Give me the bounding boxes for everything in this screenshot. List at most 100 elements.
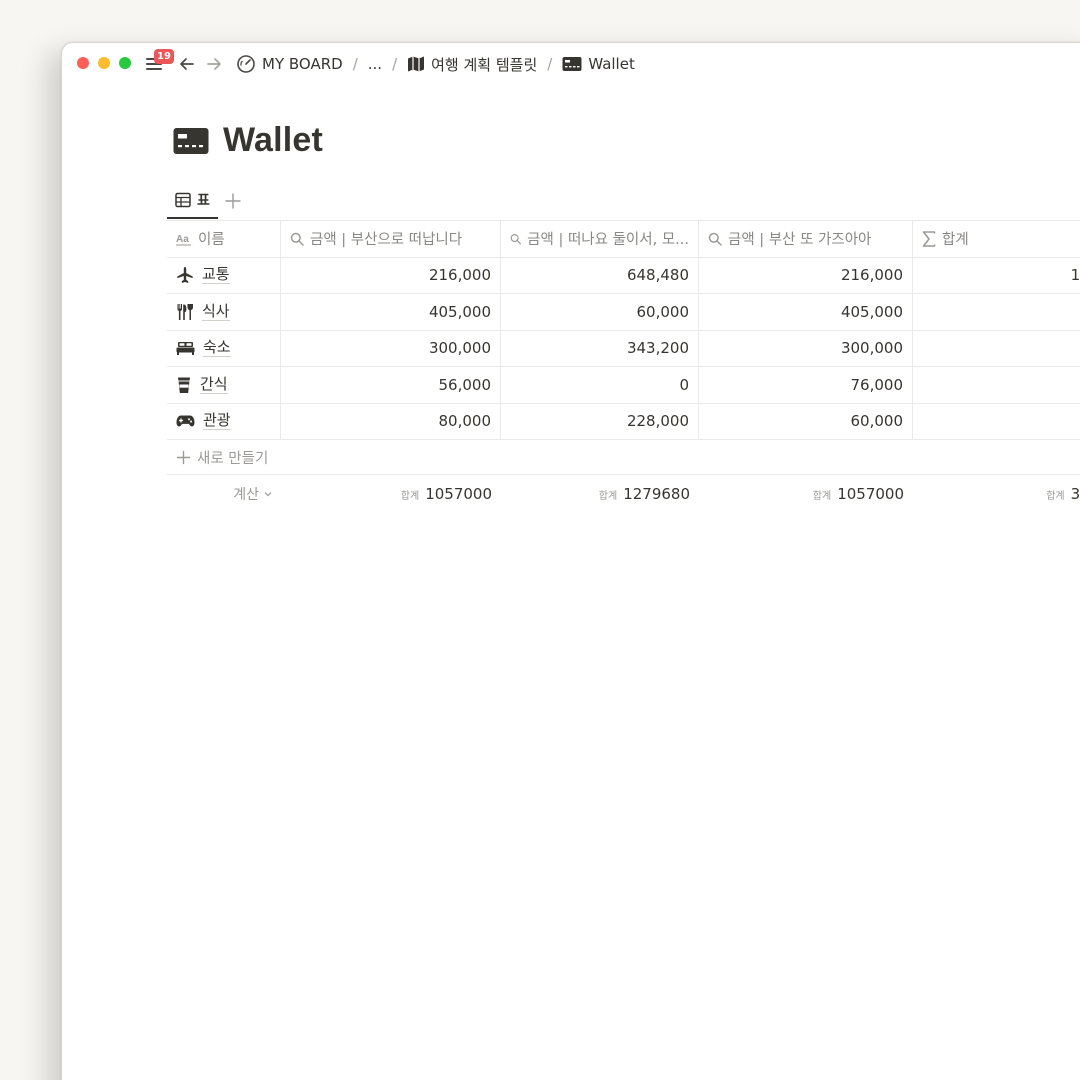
breadcrumb-item-my-board[interactable]: MY BOARD	[234, 54, 345, 74]
total-cell[interactable]: 합계 3,39	[913, 475, 1080, 513]
value-cell[interactable]: 13	[913, 367, 1080, 403]
name-cell[interactable]: 교통	[167, 257, 281, 293]
notification-badge: 19	[154, 49, 174, 64]
value-cell[interactable]: 216,000	[699, 257, 913, 293]
calculate-label: 계산	[233, 487, 259, 503]
tab-table[interactable]: 표	[167, 183, 218, 219]
total-cell[interactable]: 합계 1279680	[501, 475, 699, 513]
value-cell[interactable]: 343,200	[501, 330, 699, 366]
value-cell[interactable]: 648,480	[501, 257, 699, 293]
airplane-icon	[177, 267, 193, 284]
value-cell[interactable]: 87	[913, 294, 1080, 330]
column-header-label: 금액 | 떠나요 둘이서, 모...	[527, 232, 689, 249]
total-value: 1279680	[623, 485, 690, 503]
name-cell[interactable]: 간식	[167, 367, 281, 403]
column-header-label: 금액 | 부산 또 가즈아아	[728, 232, 872, 249]
value-cell[interactable]: 94	[913, 331, 1080, 367]
value-cell[interactable]: 405,000	[281, 294, 501, 330]
utensils-icon	[177, 303, 193, 320]
value-cell[interactable]: 76,000	[699, 367, 913, 403]
new-row-button[interactable]: 새로 만들기	[167, 440, 1080, 475]
svg-text:Aa: Aa	[176, 234, 189, 245]
app-window: 19 MY BOARD / ... / 여행 계획 템플릿 / Wallet W…	[61, 42, 1080, 1080]
name-cell[interactable]: 숙소	[167, 330, 281, 366]
table-row[interactable]: 식사 405,000 60,000 405,000 87	[167, 294, 1080, 331]
column-header-total[interactable]: 합계	[913, 221, 1080, 257]
view-tabs: 표	[167, 183, 242, 219]
minimize-window-button[interactable]	[98, 57, 110, 69]
chevron-down-icon	[264, 492, 272, 497]
column-header-amount-3[interactable]: 금액 | 부산 또 가즈아아	[699, 221, 913, 257]
back-button[interactable]	[177, 54, 197, 74]
table-row[interactable]: 교통 216,000 648,480 216,000 1,08	[167, 257, 1080, 294]
total-value: 1057000	[837, 485, 904, 503]
column-header-name[interactable]: Aa 이름	[167, 221, 281, 257]
row-name: 식사	[202, 301, 230, 321]
value-cell[interactable]: 1,08	[913, 258, 1080, 294]
table-header-row: Aa 이름 금액 | 부산으로 떠납니다 금액 | 떠나요 둘이서, 모... …	[167, 221, 1080, 258]
plus-icon[interactable]	[224, 192, 242, 210]
breadcrumb-item-wallet[interactable]: Wallet	[560, 55, 637, 73]
breadcrumb-separator: /	[392, 55, 398, 73]
breadcrumb-item-ellipsis[interactable]: ...	[366, 55, 384, 73]
value-cell[interactable]: 36	[913, 404, 1080, 440]
value-cell[interactable]: 300,000	[281, 330, 501, 366]
page-title[interactable]: Wallet	[223, 121, 323, 160]
breadcrumb-label: ...	[367, 55, 383, 73]
gamepad-icon	[176, 415, 195, 427]
map-icon	[408, 56, 425, 72]
hamburger-icon-line	[146, 68, 162, 70]
search-icon	[708, 232, 722, 246]
breadcrumb-label: 여행 계획 템플릿	[431, 55, 538, 74]
zoom-window-button[interactable]	[119, 57, 131, 69]
title-bar: 19 MY BOARD / ... / 여행 계획 템플릿 / Wallet	[62, 43, 1080, 85]
breadcrumb-separator: /	[352, 55, 358, 73]
value-cell[interactable]: 60,000	[699, 403, 913, 439]
table-row[interactable]: 관광 80,000 228,000 60,000 36	[167, 403, 1080, 440]
breadcrumb-item-travel-template[interactable]: 여행 계획 템플릿	[405, 54, 539, 75]
table-row[interactable]: 간식 56,000 0 76,000 13	[167, 367, 1080, 404]
tab-label: 표	[197, 193, 210, 209]
row-name: 관광	[203, 411, 231, 431]
total-value: 1057000	[425, 485, 492, 503]
value-cell[interactable]: 228,000	[501, 403, 699, 439]
column-header-amount-2[interactable]: 금액 | 떠나요 둘이서, 모...	[501, 221, 699, 257]
row-name: 간식	[200, 374, 228, 394]
column-header-label: 합계	[942, 232, 969, 249]
table-icon	[175, 192, 191, 208]
calculate-dropdown[interactable]: 계산	[167, 475, 281, 513]
sigma-icon	[922, 230, 936, 247]
arrow-left-icon	[180, 58, 194, 70]
row-name: 교통	[202, 265, 230, 285]
wallet-icon[interactable]	[173, 127, 209, 155]
breadcrumb-label: MY BOARD	[262, 55, 343, 73]
value-cell[interactable]: 80,000	[281, 403, 501, 439]
total-value: 3,39	[1070, 485, 1080, 503]
table-row[interactable]: 숙소 300,000 343,200 300,000 94	[167, 330, 1080, 367]
value-cell[interactable]: 0	[501, 367, 699, 403]
total-label: 합계	[1046, 490, 1065, 502]
page-header: Wallet	[173, 121, 323, 160]
wallet-icon	[562, 57, 582, 71]
row-name: 숙소	[203, 338, 231, 358]
breadcrumb: MY BOARD / ... / 여행 계획 템플릿 / Wallet	[234, 53, 637, 75]
close-window-button[interactable]	[77, 57, 89, 69]
column-header-label: 이름	[198, 232, 225, 249]
name-cell[interactable]: 식사	[167, 294, 281, 330]
total-cell[interactable]: 합계 1057000	[699, 475, 913, 513]
value-cell[interactable]: 56,000	[281, 367, 501, 403]
name-cell[interactable]: 관광	[167, 403, 281, 439]
search-icon	[510, 233, 521, 245]
total-cell[interactable]: 합계 1057000	[281, 475, 501, 513]
column-header-amount-1[interactable]: 금액 | 부산으로 떠납니다	[281, 221, 501, 257]
value-cell[interactable]: 60,000	[501, 294, 699, 330]
total-label: 합계	[812, 490, 832, 502]
search-icon	[290, 232, 304, 246]
value-cell[interactable]: 405,000	[699, 294, 913, 330]
speedometer-icon	[237, 55, 255, 73]
value-cell[interactable]: 300,000	[699, 330, 913, 366]
new-row-label: 새로 만들기	[197, 450, 269, 467]
cup-icon	[178, 377, 190, 393]
value-cell[interactable]: 216,000	[281, 257, 501, 293]
forward-button[interactable]	[204, 54, 224, 74]
